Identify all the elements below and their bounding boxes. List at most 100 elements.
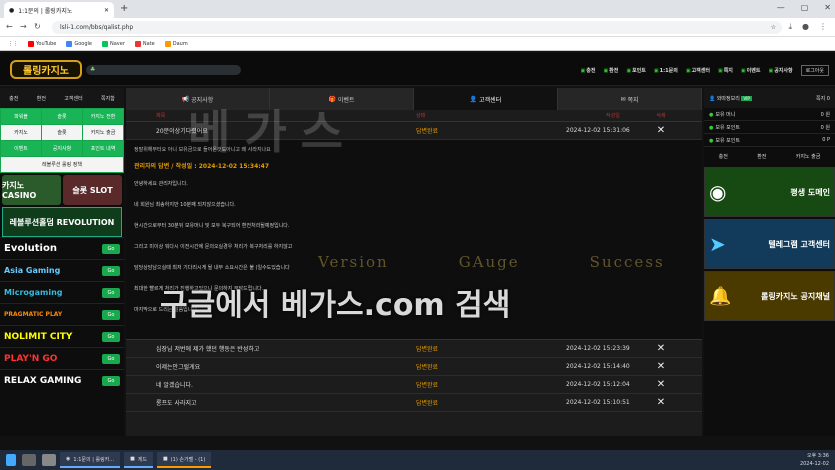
go-button[interactable]: Go <box>102 309 120 320</box>
quick-rolling-policy[interactable]: 레볼루션 롤링 정책 <box>1 157 123 172</box>
quick-notice[interactable]: 공지사항 <box>42 141 82 156</box>
menu-messages[interactable]: ▣쪽지 <box>718 67 733 74</box>
close-tab-icon[interactable]: ✕ <box>104 7 109 14</box>
quick-point-history[interactable]: 포인트 내역 <box>83 141 123 156</box>
delete-icon[interactable]: ✕ <box>631 361 691 372</box>
go-button[interactable]: Go <box>102 265 120 276</box>
taskbar-app-3[interactable]: ■ (1) 손가벨 - (1) <box>157 452 212 468</box>
menu-point[interactable]: ▣포인트 <box>626 67 646 74</box>
new-tab-icon[interactable]: + <box>120 3 128 14</box>
domain-ad-banner[interactable]: ◉ 평생 도메인 <box>704 167 835 217</box>
delete-icon[interactable]: ✕ <box>631 125 691 136</box>
bookmark-youtube[interactable]: YouTube <box>28 40 56 47</box>
bookmark-star-icon[interactable]: ☆ <box>771 24 776 31</box>
withdraw-button[interactable]: 환전 <box>757 153 766 160</box>
user-icon: 👤 <box>709 95 716 102</box>
row-title[interactable]: 롱프도 사라지고 <box>126 398 416 407</box>
provider-microgaming[interactable]: Microgaming Go <box>0 281 124 303</box>
quick-casino-convert[interactable]: 카지노 전환 <box>83 109 123 124</box>
bookmark-daum[interactable]: Daum <box>164 40 188 47</box>
quick-slot[interactable]: 슬롯 <box>42 109 82 124</box>
tab-support[interactable]: 👤 고객센터 <box>414 88 558 110</box>
account-support[interactable]: 고객센터 <box>64 95 82 102</box>
site-logo[interactable]: 롤링카지노 <box>10 60 82 79</box>
menu-event[interactable]: ▣이벤트 <box>741 67 761 74</box>
quick-slot-2[interactable]: 슬롯 <box>42 125 82 140</box>
casino-banner[interactable]: 카지노 CASINO <box>2 175 61 205</box>
minimize-icon[interactable]: — <box>777 3 785 12</box>
taskview-icon[interactable] <box>42 454 56 466</box>
account-deposit[interactable]: 충전 <box>9 95 18 102</box>
go-button[interactable]: Go <box>102 331 120 342</box>
profile-icon[interactable]: ● <box>802 22 809 32</box>
reload-icon[interactable]: ↻ <box>34 22 41 31</box>
provider-relax[interactable]: RELAX GAMING Go <box>0 369 124 391</box>
maximize-icon[interactable]: ▢ <box>801 3 809 12</box>
provider-playngo[interactable]: PLAY'N GO Go <box>0 347 124 369</box>
delete-icon[interactable]: ✕ <box>631 397 691 408</box>
download-icon[interactable]: ⤓ <box>788 22 792 32</box>
slot-banner[interactable]: 슬롯 SLOT <box>63 175 122 205</box>
table-row[interactable]: 심장님 저번에 제가 했던 행동은 반성하고 답변완료 2024-12-02 1… <box>126 340 702 358</box>
go-button[interactable]: Go <box>102 287 120 298</box>
provider-evolution[interactable]: Evolution Go <box>0 237 124 259</box>
row-title[interactable]: 심장님 저번에 제가 했던 행동은 반성하고 <box>126 344 416 353</box>
row-title[interactable]: 이제는안그럴게요 <box>126 362 416 371</box>
go-button[interactable]: Go <box>102 353 120 364</box>
notes-count[interactable]: 쪽지 0 <box>816 95 830 102</box>
header-search-input[interactable]: ♣ <box>86 65 241 75</box>
provider-nolimit[interactable]: NOLIMIT CITY Go <box>0 325 124 347</box>
table-row[interactable]: 20분이상기다렸어요 답변완료 2024-12-02 15:31:06 ✕ <box>126 122 702 140</box>
tab-event[interactable]: 🎁 이벤트 <box>270 88 414 110</box>
provider-asia-gaming[interactable]: Asia Gaming Go <box>0 259 124 281</box>
balance-line: ● 보유 머니 0 원 <box>704 108 835 121</box>
taskbar-app-chrome[interactable]: ◉ 1:1문의 | 롤링카... <box>60 452 121 468</box>
start-icon[interactable] <box>6 454 16 466</box>
forward-icon[interactable]: → <box>20 22 27 31</box>
account-inbox[interactable]: 쪽지함 <box>101 95 115 102</box>
row-title[interactable]: 네 알겠습니다. <box>126 380 416 389</box>
table-row[interactable]: 네 알겠습니다. 답변완료 2024-12-02 15:12:04 ✕ <box>126 376 702 394</box>
url-field[interactable]: lsli-1.com/bbs/qalist.php ☆ <box>52 21 782 34</box>
bookmark-nate[interactable]: Nate <box>134 40 155 47</box>
window-controls: — ▢ ✕ <box>777 3 831 12</box>
apps-grid-icon[interactable]: ⋮⋮ <box>8 41 18 47</box>
provider-pragmatic[interactable]: PRAGMATIC PLAY Go <box>0 303 124 325</box>
go-button[interactable]: Go <box>102 243 120 254</box>
tab-notice[interactable]: 📢 공지사항 <box>126 88 270 110</box>
quick-event[interactable]: 이벤트 <box>1 141 41 156</box>
row-status: 답변완료 <box>416 400 439 407</box>
table-header: 제목 상태 작성일 삭제 <box>126 110 702 122</box>
notice-channel-ad-banner[interactable]: 🔔 롤링카지노 공지채널 <box>704 271 835 321</box>
quick-powerball[interactable]: 파워볼 <box>1 109 41 124</box>
quick-casino[interactable]: 카지노 <box>1 125 41 140</box>
close-window-icon[interactable]: ✕ <box>824 3 831 12</box>
logout-button[interactable]: 로그아웃 <box>800 65 829 76</box>
search-icon[interactable] <box>22 454 36 466</box>
tab-messages[interactable]: ✉ 쪽지 <box>558 88 702 110</box>
bookmark-google[interactable]: Google <box>66 40 92 47</box>
table-row[interactable]: 이제는안그럴게요 답변완료 2024-12-02 15:14:40 ✕ <box>126 358 702 376</box>
taskbar-app-2[interactable]: ■ 게드 <box>124 452 153 468</box>
revolution-banner[interactable]: 레볼루션홀덤 REVOLUTION <box>2 207 122 237</box>
menu-withdraw[interactable]: ▣환전 <box>603 67 618 74</box>
menu-inquiry[interactable]: ▣1:1문의 <box>654 67 678 74</box>
delete-icon[interactable]: ✕ <box>631 379 691 390</box>
menu-icon[interactable]: ⋮ <box>819 22 827 32</box>
menu-support[interactable]: ▣고객센터 <box>686 67 710 74</box>
casino-withdraw-button[interactable]: 카지노 출금 <box>796 153 821 160</box>
go-button[interactable]: Go <box>102 375 120 386</box>
menu-deposit[interactable]: ▣충전 <box>581 67 596 74</box>
table-row[interactable]: 롱프도 사라지고 답변완료 2024-12-02 15:10:51 ✕ <box>126 394 702 412</box>
quick-casino-withdraw[interactable]: 카지노 출금 <box>83 125 123 140</box>
telegram-ad-banner[interactable]: ➤ 텔레그램 고객센터 <box>704 219 835 269</box>
system-clock[interactable]: 오후 3:36 2024-12-02 <box>800 452 829 468</box>
delete-icon[interactable]: ✕ <box>631 343 691 354</box>
row-title[interactable]: 20분이상기다렸어요 <box>126 126 416 135</box>
account-withdraw[interactable]: 환전 <box>37 95 46 102</box>
browser-tab[interactable]: ● 1:1문의 | 롤링카지노 ✕ <box>4 2 114 18</box>
menu-notice[interactable]: ▣공지사항 <box>768 67 792 74</box>
back-icon[interactable]: ← <box>6 22 13 31</box>
deposit-button[interactable]: 충전 <box>719 153 728 160</box>
bookmark-naver[interactable]: Naver <box>101 40 125 47</box>
